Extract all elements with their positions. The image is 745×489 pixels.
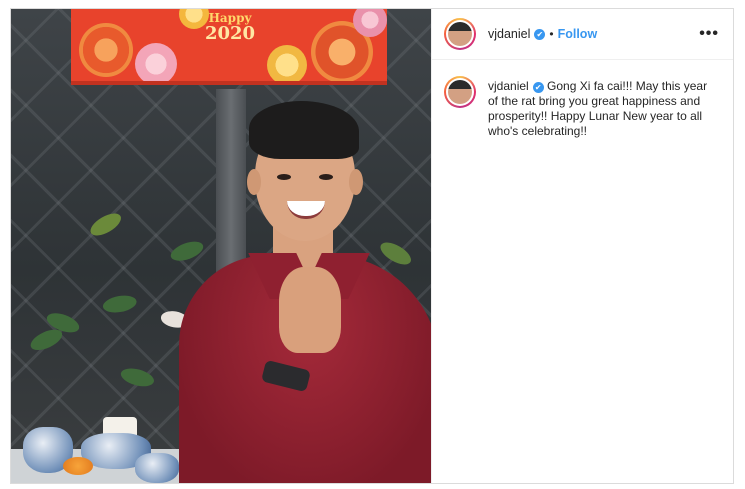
eye: [319, 174, 333, 180]
avatar[interactable]: [444, 76, 476, 108]
separator-dot: •: [549, 27, 554, 41]
caption-area: vjdaniel ✔ Gong Xi fa cai!!! May this yea…: [432, 60, 733, 139]
header-user-row: vjdaniel ✔ • Follow: [488, 27, 597, 41]
post-photo[interactable]: Happy 2020: [11, 9, 431, 483]
lunar-new-year-banner: Happy 2020: [71, 9, 387, 85]
username-link[interactable]: vjdaniel: [488, 27, 530, 41]
banner-year: 2020: [204, 23, 256, 44]
avatar[interactable]: [444, 18, 476, 50]
profile-photo: [448, 80, 472, 104]
eye: [277, 174, 291, 180]
clasped-hands: [279, 267, 341, 353]
follow-button[interactable]: Follow: [558, 27, 598, 41]
oranges: [63, 457, 93, 475]
verified-badge-icon: ✔: [532, 82, 544, 93]
blue-white-pot: [135, 453, 179, 483]
caption-username-link[interactable]: vjdaniel: [488, 79, 529, 93]
post-side-panel: vjdaniel ✔ • Follow ••• vjdaniel ✔ Gong X…: [431, 9, 733, 483]
instagram-post: Happy 2020 vjdaniel ✔ • Follow ••• vjdan…: [10, 8, 734, 484]
profile-photo: [448, 22, 472, 46]
verified-badge-icon: ✔: [534, 28, 546, 40]
post-header: vjdaniel ✔ • Follow •••: [432, 9, 733, 60]
hair: [249, 101, 359, 159]
post-caption: vjdaniel ✔ Gong Xi fa cai!!! May this yea…: [488, 79, 716, 139]
ear: [247, 169, 261, 195]
ear: [349, 169, 363, 195]
more-options-icon[interactable]: •••: [699, 25, 719, 43]
